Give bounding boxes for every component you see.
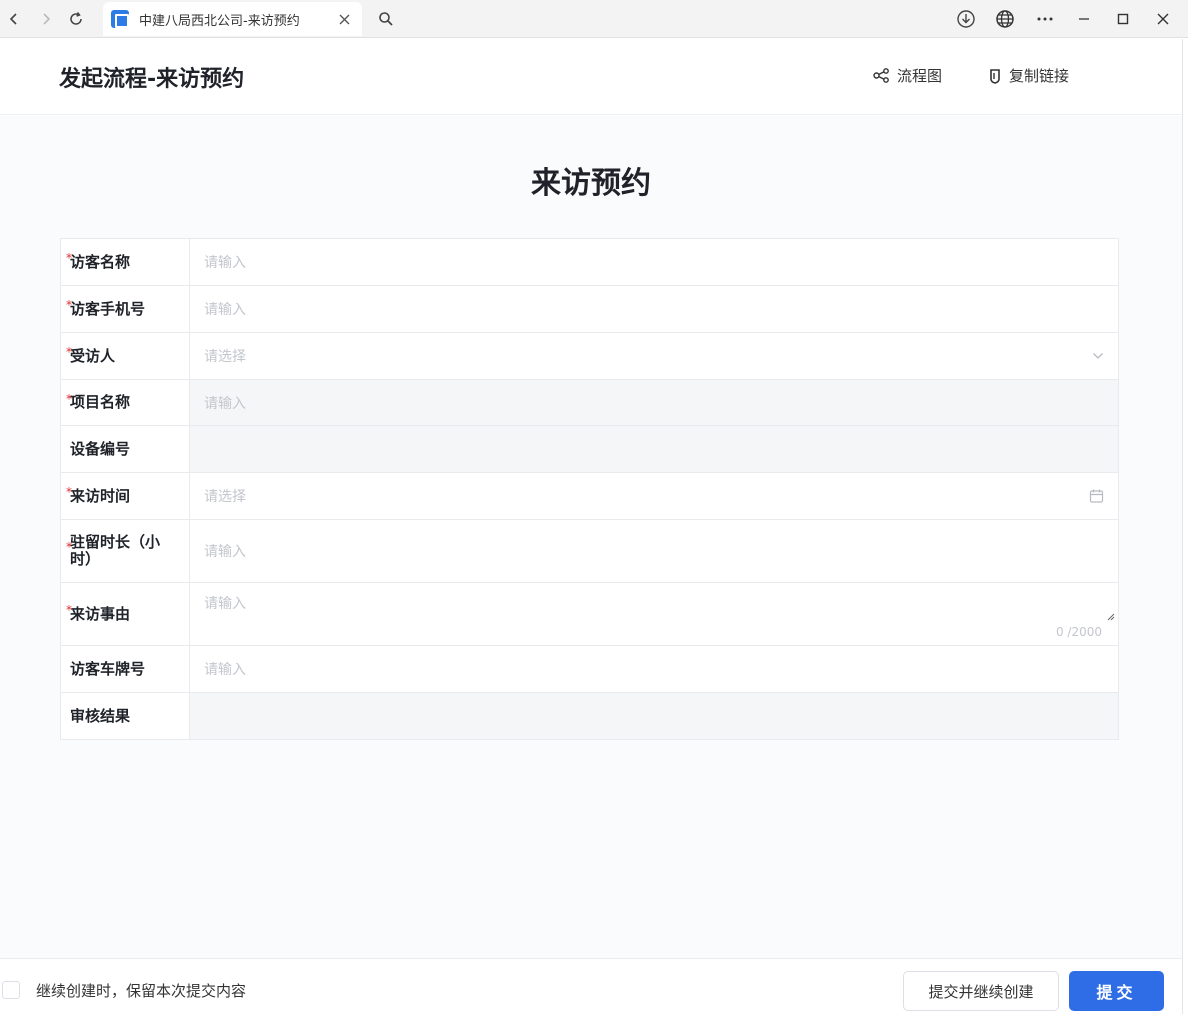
host-select[interactable]: 请选择 — [190, 333, 1118, 379]
flowchart-button[interactable]: 流程图 — [873, 65, 942, 86]
visit-reason-placeholder: 请输入 — [204, 596, 246, 612]
field-label: 访客车牌号 — [61, 646, 190, 692]
field-label: 设备编号 — [61, 426, 190, 472]
field-label: 来访时间 — [61, 473, 190, 519]
visit-reason-textarea[interactable]: 请输入 0 /2000 — [190, 583, 1118, 645]
share-nodes-icon — [873, 68, 889, 83]
window-edge — [1182, 39, 1188, 1014]
field-label: 驻留时长（小时） — [61, 520, 190, 582]
page-header: 发起流程-来访预约 流程图 复制链接 — [0, 39, 1182, 115]
visitor-phone-input[interactable]: 请输入 — [190, 286, 1118, 332]
stay-duration-input[interactable]: 请输入 — [190, 520, 1118, 582]
browser-tab[interactable]: 中建八局西北公司-来访预约 — [103, 2, 362, 36]
form-row-review-result: 审核结果 — [61, 693, 1118, 739]
search-tabs-button[interactable] — [372, 5, 400, 33]
copy-link-label: 复制链接 — [1009, 67, 1070, 85]
char-counter: 0 /2000 — [1055, 625, 1102, 639]
form-title: 来访预约 — [531, 166, 651, 201]
plate-number-input[interactable]: 请输入 — [190, 646, 1118, 692]
review-result-input[interactable] — [190, 693, 1118, 739]
download-icon — [957, 10, 975, 28]
visitor-name-input[interactable]: 请输入 — [190, 239, 1118, 285]
tab-close-button[interactable] — [332, 7, 356, 31]
calendar-icon — [1089, 489, 1104, 504]
device-number-input[interactable] — [190, 426, 1118, 472]
chevron-down-icon — [1092, 352, 1104, 360]
visit-time-placeholder: 请选择 — [204, 489, 246, 505]
submit-button[interactable]: 提交 — [1069, 971, 1164, 1011]
project-name-input[interactable]: 请输入 — [190, 380, 1118, 425]
site-favicon-icon — [111, 10, 129, 28]
form-row-project-name: 项目名称 请输入 — [61, 380, 1118, 426]
globe-icon — [996, 10, 1014, 28]
form-row-visitor-phone: 访客手机号 请输入 — [61, 286, 1118, 333]
search-icon — [379, 12, 393, 26]
form-row-stay-duration: 驻留时长（小时） 请输入 — [61, 520, 1118, 583]
field-label: 审核结果 — [61, 693, 190, 739]
field-label: 项目名称 — [61, 380, 190, 425]
submit-and-continue-button[interactable]: 提交并继续创建 — [903, 971, 1059, 1011]
main-content: 来访预约 访客名称 请输入 访客手机号 请输入 受访人 请选择 项目名称 请输入 — [0, 116, 1182, 958]
refresh-icon — [70, 12, 82, 25]
close-icon — [1157, 13, 1169, 25]
close-window-button[interactable] — [1148, 5, 1178, 33]
translate-button[interactable] — [990, 5, 1020, 33]
maximize-button[interactable] — [1108, 5, 1138, 33]
field-label: 访客名称 — [61, 239, 190, 285]
field-label: 来访事由 — [61, 583, 190, 645]
field-label: 访客手机号 — [61, 286, 190, 332]
back-button[interactable] — [0, 5, 28, 33]
form-table: 访客名称 请输入 访客手机号 请输入 受访人 请选择 项目名称 请输入 设备编号 — [60, 238, 1119, 740]
host-select-placeholder: 请选择 — [204, 349, 246, 365]
browser-toolbar: 中建八局西北公司-来访预约 — [0, 0, 1188, 38]
tab-title: 中建八局西北公司-来访预约 — [139, 13, 300, 29]
resize-handle-icon[interactable] — [1107, 613, 1115, 621]
form-row-visit-reason: 来访事由 请输入 0 /2000 — [61, 583, 1118, 646]
keep-content-checkbox[interactable] — [2, 981, 20, 999]
page-title: 发起流程-来访预约 — [59, 67, 245, 92]
footer-bar: 继续创建时，保留本次提交内容 提交并继续创建 提交 — [0, 958, 1182, 1014]
copy-link-button[interactable]: 复制链接 — [988, 65, 1069, 86]
more-menu-button[interactable] — [1030, 5, 1060, 33]
form-row-visit-time: 来访时间 请选择 — [61, 473, 1118, 520]
close-icon — [339, 14, 349, 24]
minimize-button[interactable] — [1069, 5, 1099, 33]
forward-button[interactable] — [32, 5, 60, 33]
more-horizontal-icon — [1037, 17, 1053, 21]
form-row-host: 受访人 请选择 — [61, 333, 1118, 380]
chevron-left-icon — [9, 13, 17, 25]
refresh-button[interactable] — [62, 5, 90, 33]
link-icon — [990, 68, 1000, 84]
visit-time-picker[interactable]: 请选择 — [190, 473, 1118, 519]
keep-content-label: 继续创建时，保留本次提交内容 — [36, 982, 247, 1000]
downloads-button[interactable] — [951, 5, 981, 33]
minimize-icon — [1079, 18, 1089, 20]
chevron-right-icon — [43, 13, 51, 25]
form-row-visitor-name: 访客名称 请输入 — [61, 239, 1118, 286]
field-label: 受访人 — [61, 333, 190, 379]
form-row-device-number: 设备编号 — [61, 426, 1118, 473]
form-row-plate-number: 访客车牌号 请输入 — [61, 646, 1118, 693]
flowchart-label: 流程图 — [897, 67, 943, 85]
maximize-icon — [1117, 13, 1129, 25]
